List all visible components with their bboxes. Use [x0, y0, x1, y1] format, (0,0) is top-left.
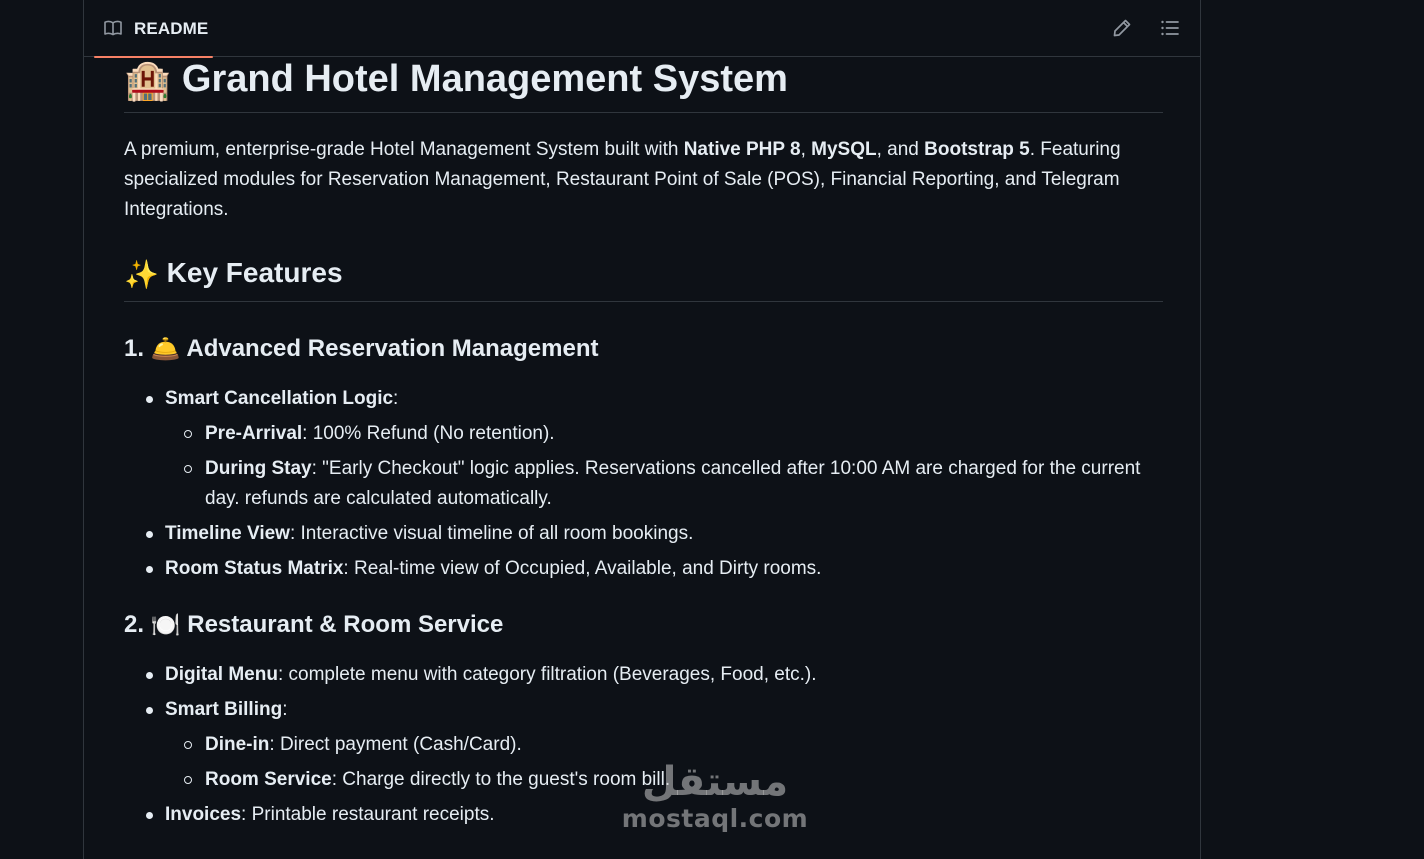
- sublist-item-text: : "Early Checkout" logic applies. Reserv…: [205, 458, 1141, 509]
- list-item-text: :: [393, 388, 399, 409]
- section-2-number: 2.: [124, 611, 145, 638]
- list-item-text: : Interactive visual timeline of all roo…: [289, 523, 694, 544]
- list-item: Smart Cancellation Logic: Pre-Arrival: 1…: [124, 384, 1163, 514]
- intro-paragraph: A premium, enterprise-grade Hotel Manage…: [124, 135, 1163, 225]
- list-item-key: Smart Billing: [165, 699, 283, 720]
- plate-emoji-icon: 🍽️: [150, 611, 181, 639]
- sublist-item: Pre-Arrival: 100% Refund (No retention).: [165, 419, 1163, 449]
- list-item-key: Room Status Matrix: [165, 558, 344, 579]
- list-item-text: : Printable restaurant receipts.: [241, 804, 495, 825]
- pencil-icon: [1113, 19, 1131, 37]
- list-item: Room Status Matrix: Real-time view of Oc…: [124, 554, 1163, 584]
- page-title-text: Grand Hotel Management System: [181, 58, 788, 100]
- list-item: Digital Menu: complete menu with categor…: [124, 660, 1163, 690]
- section-1-number: 1.: [124, 335, 145, 362]
- page-title: 🏨 Grand Hotel Management System: [124, 57, 1163, 113]
- sublist-item: Dine-in: Direct payment (Cash/Card).: [165, 730, 1163, 760]
- sublist-item-key: During Stay: [205, 458, 312, 479]
- book-icon: [104, 20, 122, 36]
- sublist-item: During Stay: "Early Checkout" logic appl…: [165, 454, 1163, 514]
- intro-bold-php: Native PHP 8: [683, 139, 801, 160]
- intro-text-1: A premium, enterprise-grade Hotel Manage…: [124, 139, 684, 160]
- readme-header: README: [84, 0, 1200, 58]
- intro-text-2: ,: [800, 139, 812, 160]
- sublist: Pre-Arrival: 100% Refund (No retention).…: [165, 419, 1163, 514]
- sublist-item-text: : 100% Refund (No retention).: [302, 423, 555, 444]
- sublist-item-key: Dine-in: [205, 734, 270, 755]
- hotel-emoji-icon: 🏨: [124, 59, 172, 102]
- watermark-latin: mostaql.com: [621, 804, 809, 833]
- key-features-heading: ✨ Key Features: [124, 253, 1163, 302]
- list-item-text: : complete menu with category filtration…: [277, 664, 817, 685]
- intro-bold-mysql: MySQL: [811, 139, 877, 160]
- watermark: مستقل mostaql.com: [620, 760, 810, 850]
- sublist-item-key: Pre-Arrival: [205, 423, 303, 444]
- intro-text-3: , and: [876, 139, 925, 160]
- list-item-key: Smart Cancellation Logic: [165, 388, 394, 409]
- section-1-list: Smart Cancellation Logic: Pre-Arrival: 1…: [124, 384, 1163, 589]
- sublist-item-key: Room Service: [205, 769, 332, 790]
- list-item-key: Invoices: [165, 804, 242, 825]
- section-2-title: Restaurant & Room Service: [187, 611, 504, 638]
- bellhop-bell-emoji-icon: 🛎️: [150, 335, 181, 363]
- sparkles-emoji-icon: ✨: [124, 258, 159, 290]
- list-item: Timeline View: Interactive visual timeli…: [124, 519, 1163, 549]
- outline-button[interactable]: [1158, 16, 1182, 40]
- sublist-item-text: : Direct payment (Cash/Card).: [269, 734, 522, 755]
- list-item-text: : Real-time view of Occupied, Available,…: [343, 558, 822, 579]
- list-item-key: Digital Menu: [165, 664, 278, 685]
- list-item-key: Timeline View: [165, 523, 290, 544]
- tab-readme[interactable]: README: [94, 0, 213, 58]
- edit-file-button[interactable]: [1110, 16, 1134, 40]
- readme-container: README 🏨 Grand Hotel Management System A…: [83, 0, 1201, 859]
- page: README 🏨 Grand Hotel Management System A…: [0, 0, 1424, 859]
- list-item-text: :: [282, 699, 288, 720]
- key-features-heading-text: Key Features: [166, 257, 343, 288]
- section-2-heading: 2. 🍽️ Restaurant & Room Service: [124, 608, 503, 643]
- intro-bold-bootstrap: Bootstrap 5: [924, 139, 1030, 160]
- watermark-arabic: مستقل: [641, 759, 789, 805]
- tab-label: README: [134, 19, 209, 38]
- section-1-heading: 1. 🛎️ Advanced Reservation Management: [124, 332, 598, 367]
- section-1-title: Advanced Reservation Management: [186, 335, 599, 362]
- list-icon: [1161, 20, 1179, 36]
